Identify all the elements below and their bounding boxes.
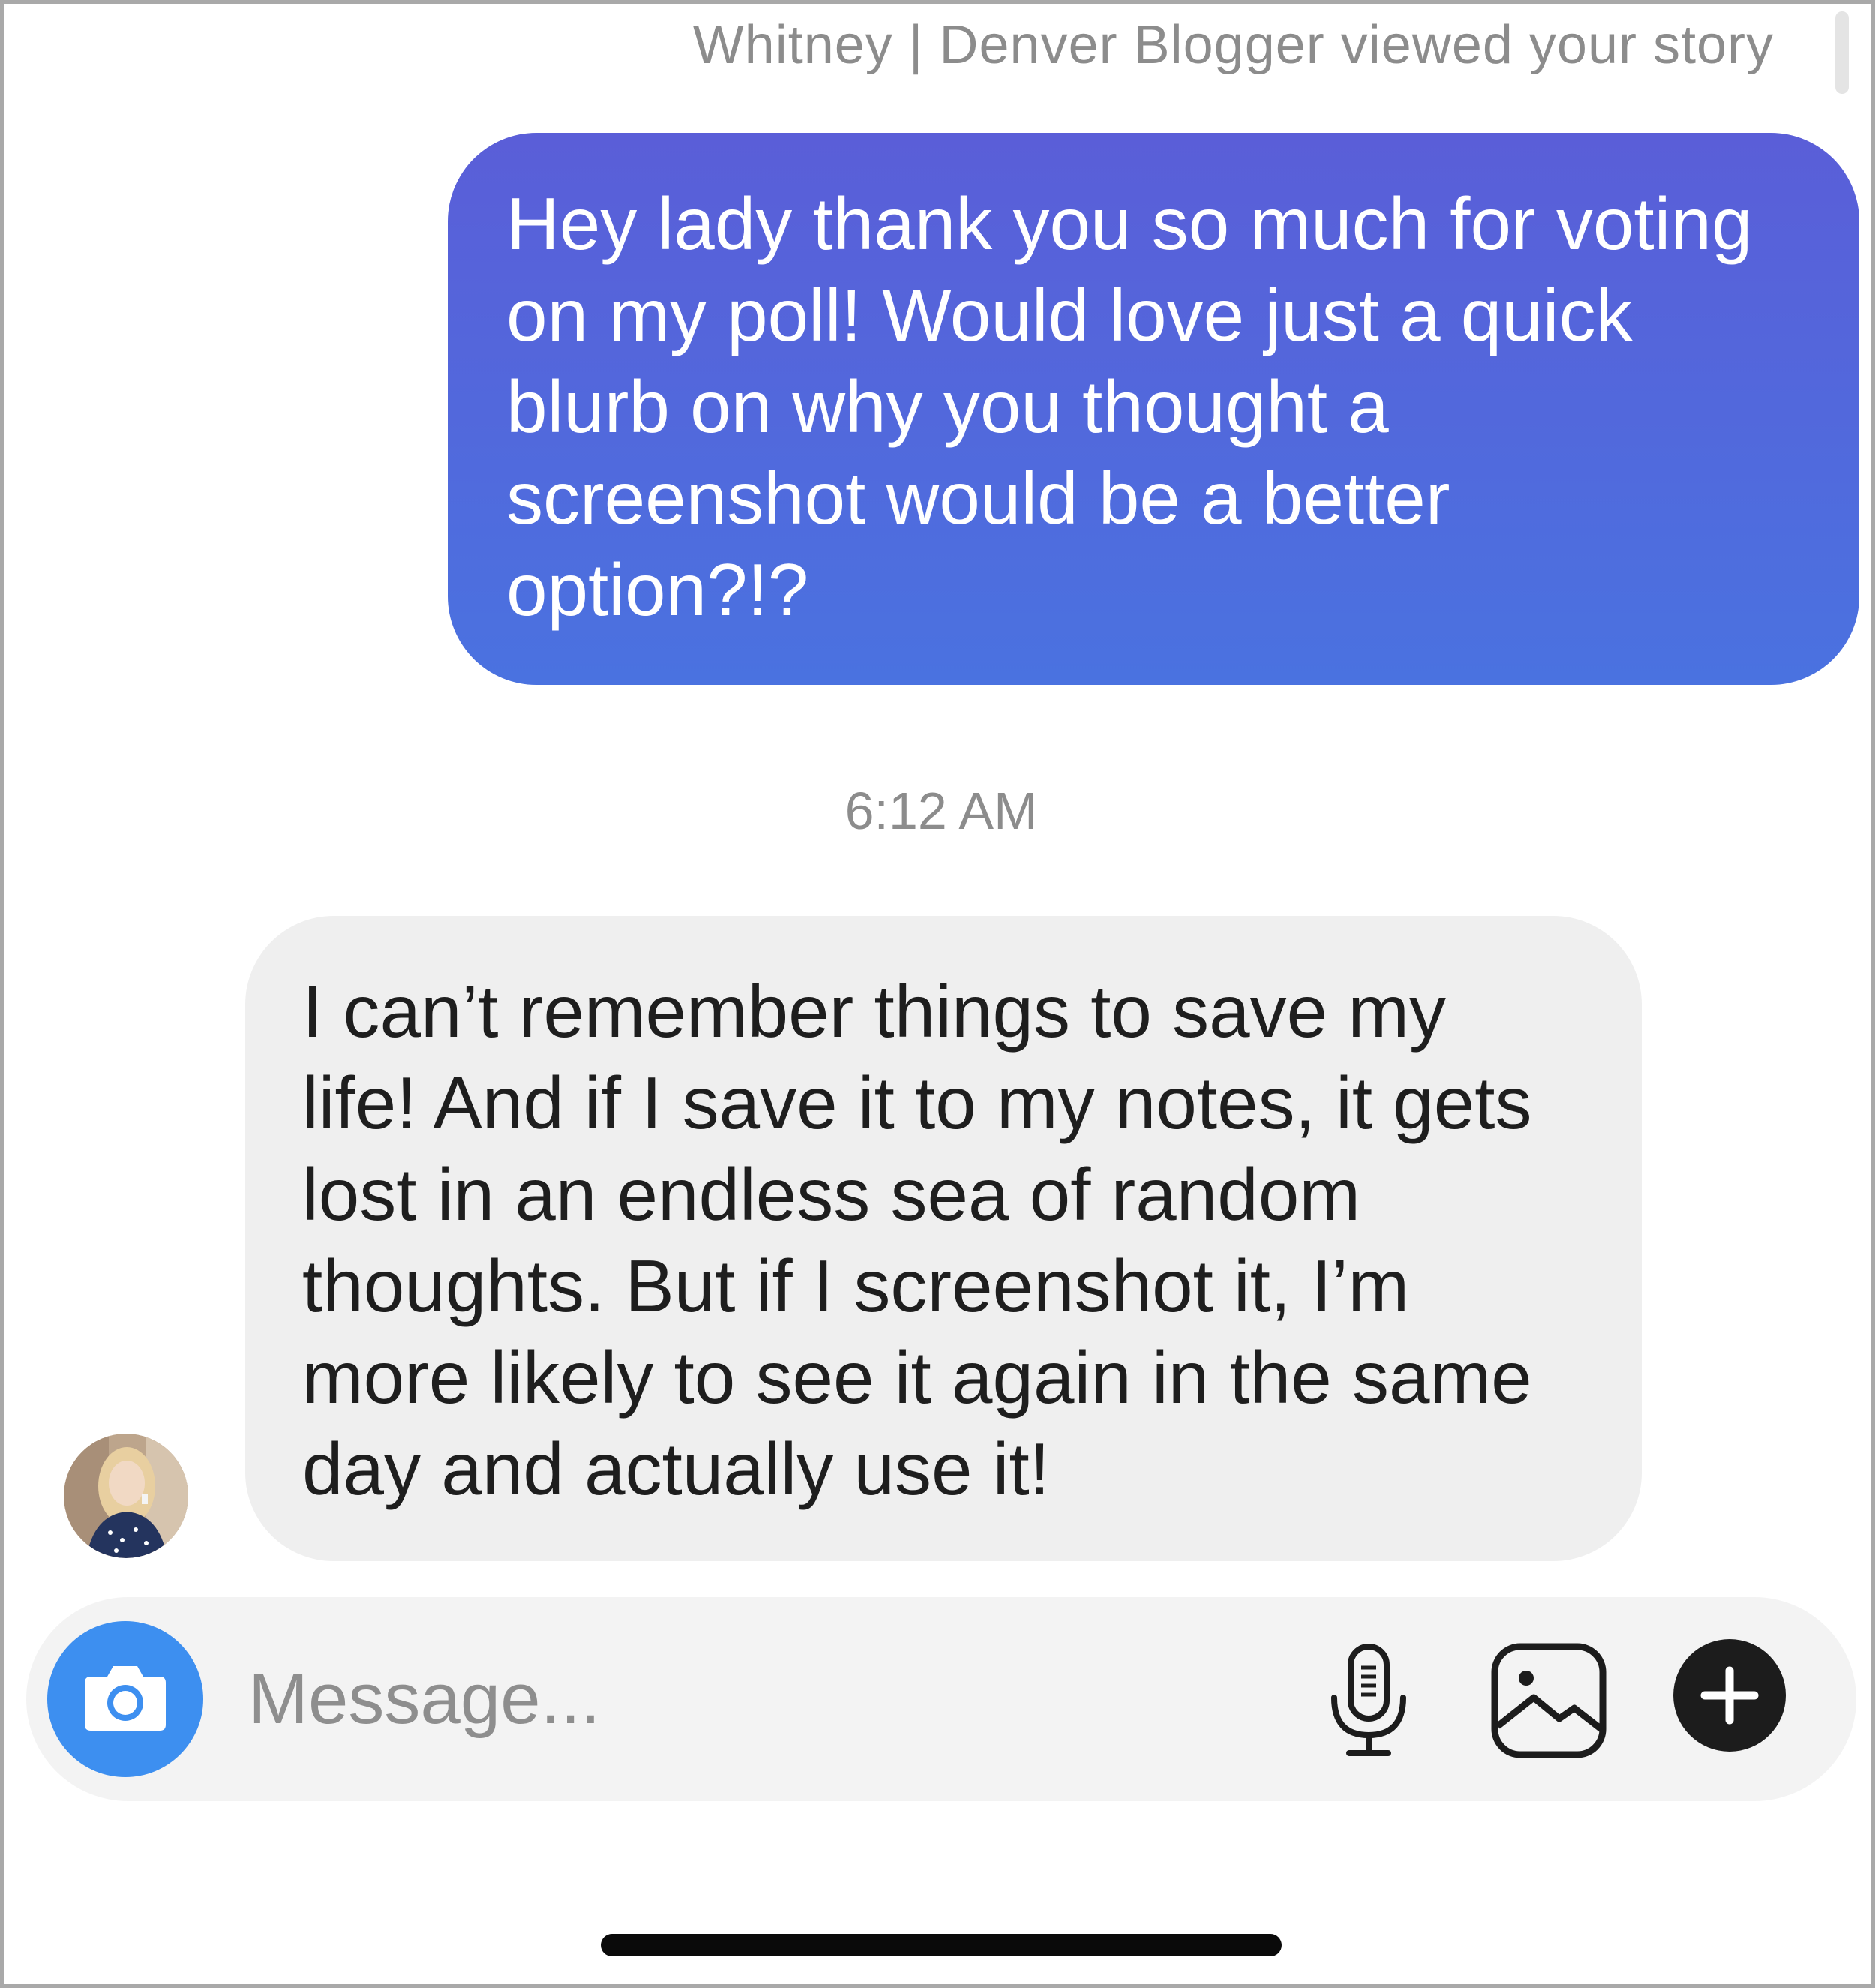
incoming-message-bubble[interactable]: I can’t remember things to save my life!… [245, 916, 1642, 1561]
dm-thread-screen: Whitney | Denver Blogger viewed your sto… [0, 0, 1875, 1988]
message-line: life! And if I save it to my notes, it g… [302, 1062, 1532, 1144]
message-timestamp: 6:12 AM [844, 782, 1038, 840]
message-line: thoughts. But if I screenshot it, I’m [302, 1245, 1410, 1327]
message-line: screenshot would be a better [506, 457, 1450, 539]
avatar-photo [64, 1434, 188, 1558]
gallery-button[interactable] [1490, 1642, 1607, 1759]
scroll-indicator[interactable] [1835, 11, 1849, 94]
camera-icon [85, 1666, 166, 1731]
message-input[interactable] [248, 1654, 1298, 1744]
message-line: day and actually use it! [302, 1428, 1050, 1510]
message-composer [26, 1597, 1856, 1801]
outgoing-message-bubble[interactable]: Hey lady thank you so much for voting on… [448, 133, 1859, 685]
plus-button[interactable] [1673, 1639, 1786, 1752]
message-line: blurb on why you thought a [506, 365, 1389, 448]
sender-avatar[interactable] [64, 1434, 188, 1558]
gallery-icon [1491, 1643, 1606, 1758]
microphone-button[interactable] [1324, 1642, 1414, 1762]
plus-icon [1700, 1666, 1759, 1725]
message-line: option?!? [506, 548, 809, 631]
home-indicator[interactable] [601, 1934, 1282, 1956]
message-line: I can’t remember things to save my [302, 970, 1447, 1053]
message-line: lost in an endless sea of random [302, 1153, 1360, 1236]
message-line: more likely to see it again in the same [302, 1336, 1532, 1419]
message-line: on my poll! Would love just a quick [506, 274, 1633, 356]
story-viewed-notice: Whitney | Denver Blogger viewed your sto… [692, 15, 1774, 75]
camera-button[interactable] [47, 1621, 203, 1777]
microphone-icon [1331, 1644, 1406, 1756]
message-line: Hey lady thank you so much for voting [506, 182, 1753, 265]
